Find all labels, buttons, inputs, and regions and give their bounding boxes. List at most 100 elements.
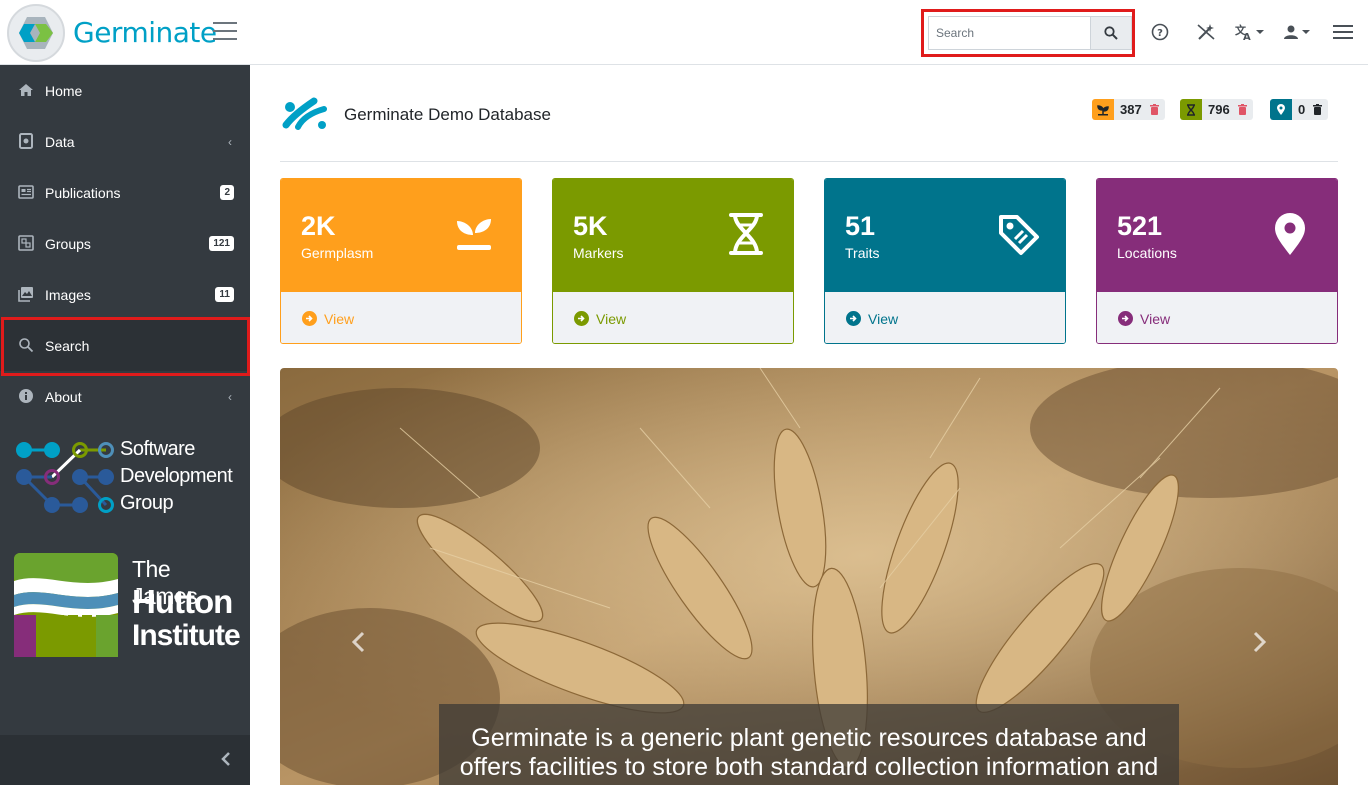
dna-icon bbox=[729, 213, 763, 255]
search-input[interactable] bbox=[928, 16, 1090, 50]
hutton-text-line: Hutton bbox=[132, 583, 233, 620]
magic-wand-off-icon bbox=[1197, 24, 1215, 40]
sidebar-item-label: About bbox=[45, 388, 82, 405]
menu-button[interactable] bbox=[1333, 20, 1353, 44]
collapse-sidebar-button[interactable] bbox=[220, 751, 232, 772]
locations-view-link[interactable]: View bbox=[1097, 292, 1337, 343]
card-value: 5K bbox=[573, 211, 608, 241]
groups-icon bbox=[18, 235, 34, 251]
card-value: 521 bbox=[1117, 211, 1163, 241]
sidebar-item-label: Data bbox=[45, 133, 75, 150]
clear-locations-button[interactable] bbox=[1309, 99, 1329, 120]
main-content: Germinate Demo Database 387 796 0 2K Ger… bbox=[250, 65, 1368, 785]
pill-count: 0 bbox=[1292, 99, 1310, 120]
pill-count: 387 bbox=[1114, 99, 1146, 120]
caret-down-icon bbox=[1302, 30, 1310, 34]
view-link-label: View bbox=[1140, 310, 1171, 327]
sidebar-collapse-bar bbox=[0, 735, 250, 785]
marker-icon bbox=[1180, 99, 1202, 120]
chevron-left-icon: ‹ bbox=[228, 389, 232, 404]
sidebar-item-label: Images bbox=[45, 286, 91, 303]
divider bbox=[280, 161, 1338, 162]
locations-marked-pill[interactable]: 0 bbox=[1270, 99, 1329, 120]
germplasm-card: 2K Germplasm View bbox=[280, 178, 522, 344]
seedling-icon bbox=[457, 219, 491, 250]
map-marker-icon bbox=[1275, 213, 1305, 255]
sdg-network-icon bbox=[16, 442, 114, 513]
sdg-logo[interactable]: Software Development Group bbox=[14, 435, 239, 523]
carousel-next-button[interactable] bbox=[1252, 630, 1268, 654]
top-navbar: Germinate ? 文 A bbox=[0, 0, 1368, 65]
card-header: 521 Locations bbox=[1097, 179, 1337, 292]
home-icon bbox=[19, 84, 33, 96]
carousel-prev-button[interactable] bbox=[350, 630, 366, 654]
theme-toggle-button[interactable] bbox=[1196, 20, 1216, 44]
svg-text:A: A bbox=[1243, 32, 1251, 41]
chevron-right-icon bbox=[1253, 631, 1267, 653]
sidebar-item-label: Groups bbox=[45, 235, 91, 252]
sidebar-item-home[interactable]: Home bbox=[0, 65, 250, 116]
help-button[interactable]: ? bbox=[1151, 20, 1169, 44]
card-header: 51 Traits bbox=[825, 179, 1065, 292]
locations-card: 521 Locations View bbox=[1096, 178, 1338, 344]
germinate-logo[interactable] bbox=[7, 4, 65, 62]
database-title: Germinate Demo Database bbox=[344, 105, 551, 124]
search-icon bbox=[1104, 26, 1118, 40]
svg-text:?: ? bbox=[1157, 28, 1163, 39]
card-label: Locations bbox=[1117, 245, 1177, 261]
count-badge: 121 bbox=[209, 236, 234, 251]
newspaper-icon bbox=[18, 185, 34, 199]
germplasm-marked-pill[interactable]: 387 bbox=[1092, 99, 1165, 120]
chevron-left-icon bbox=[221, 752, 230, 766]
sdg-text-line: Software bbox=[120, 438, 195, 460]
card-value: 2K bbox=[301, 211, 336, 241]
count-badge: 2 bbox=[220, 185, 234, 200]
sidebar-item-about[interactable]: About ‹ bbox=[0, 371, 250, 422]
clear-markers-button[interactable] bbox=[1233, 99, 1253, 120]
menu-icon bbox=[1333, 25, 1353, 39]
user-icon bbox=[1284, 25, 1298, 39]
sidebar-item-label: Publications bbox=[45, 184, 121, 201]
location-icon bbox=[1270, 99, 1292, 120]
sidebar-item-images[interactable]: Images 11 bbox=[0, 269, 250, 320]
card-label: Traits bbox=[845, 245, 880, 261]
traits-card: 51 Traits View bbox=[824, 178, 1066, 344]
trash-icon bbox=[1313, 104, 1323, 115]
markers-view-link[interactable]: View bbox=[553, 292, 793, 343]
clear-germplasm-button[interactable] bbox=[1145, 99, 1165, 120]
count-badge: 11 bbox=[215, 287, 234, 302]
brand-title[interactable]: Germinate bbox=[73, 16, 217, 49]
sidebar: Home Data ‹ Publications 2 Groups 121 Im… bbox=[0, 65, 250, 785]
germinate-logo-icon bbox=[19, 17, 53, 49]
help-icon: ? bbox=[1151, 23, 1169, 41]
sidebar-item-label: Home bbox=[45, 82, 83, 99]
trash-icon bbox=[1149, 104, 1159, 115]
view-link-label: View bbox=[324, 310, 355, 327]
user-dropdown[interactable] bbox=[1283, 20, 1311, 44]
traits-view-link[interactable]: View bbox=[825, 292, 1065, 343]
card-label: Germplasm bbox=[301, 245, 374, 261]
arrow-circle-right-icon bbox=[302, 311, 317, 326]
search-button[interactable] bbox=[1090, 16, 1132, 50]
card-label: Markers bbox=[573, 245, 624, 261]
chevron-left-icon: ‹ bbox=[228, 134, 232, 149]
images-icon bbox=[18, 287, 33, 302]
sidebar-item-data[interactable]: Data ‹ bbox=[0, 116, 250, 167]
germplasm-view-link[interactable]: View bbox=[281, 292, 521, 343]
card-value: 51 bbox=[845, 211, 876, 241]
sidebar-toggle-button[interactable] bbox=[213, 22, 237, 42]
sidebar-item-groups[interactable]: Groups 121 bbox=[0, 218, 250, 269]
pill-count: 796 bbox=[1202, 99, 1234, 120]
sdg-text-line: Development bbox=[120, 465, 233, 487]
hutton-logo[interactable]: The James Hutton Institute bbox=[14, 553, 241, 657]
language-dropdown[interactable]: 文 A bbox=[1235, 20, 1265, 44]
arrow-circle-right-icon bbox=[574, 311, 589, 326]
hutton-text-line: Institute bbox=[132, 619, 241, 652]
arrow-circle-right-icon bbox=[846, 311, 861, 326]
card-header: 2K Germplasm bbox=[281, 179, 521, 292]
sidebar-item-publications[interactable]: Publications 2 bbox=[0, 167, 250, 218]
database-icon bbox=[19, 133, 33, 149]
markers-marked-pill[interactable]: 796 bbox=[1180, 99, 1253, 120]
tag-icon bbox=[999, 215, 1039, 255]
translate-icon: 文 A bbox=[1235, 23, 1251, 41]
